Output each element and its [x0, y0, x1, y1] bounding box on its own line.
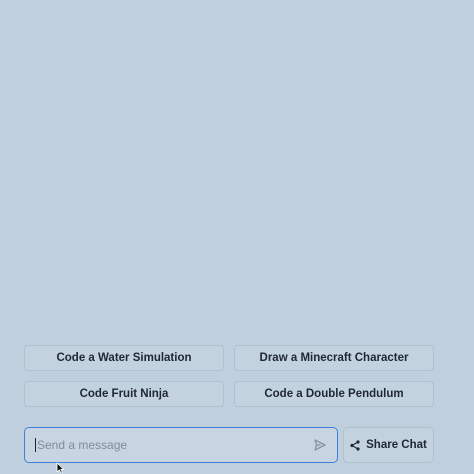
suggestion-fruit-ninja[interactable]: Code Fruit Ninja: [24, 381, 224, 407]
suggestion-minecraft-character[interactable]: Draw a Minecraft Character: [234, 345, 434, 371]
text-caret: [35, 438, 36, 452]
chat-area: [0, 0, 474, 340]
message-input[interactable]: [37, 438, 311, 452]
suggestion-water-simulation[interactable]: Code a Water Simulation: [24, 345, 224, 371]
share-icon: [350, 439, 360, 451]
share-chat-label: Share Chat: [366, 439, 427, 451]
share-chat-button[interactable]: Share Chat: [343, 427, 434, 463]
send-icon: [314, 439, 326, 451]
suggestion-double-pendulum[interactable]: Code a Double Pendulum: [234, 381, 434, 407]
message-composer: [24, 427, 338, 463]
mouse-cursor-icon: [56, 462, 65, 474]
suggestion-grid: Code a Water Simulation Draw a Minecraft…: [24, 345, 434, 407]
send-button[interactable]: [311, 436, 329, 454]
